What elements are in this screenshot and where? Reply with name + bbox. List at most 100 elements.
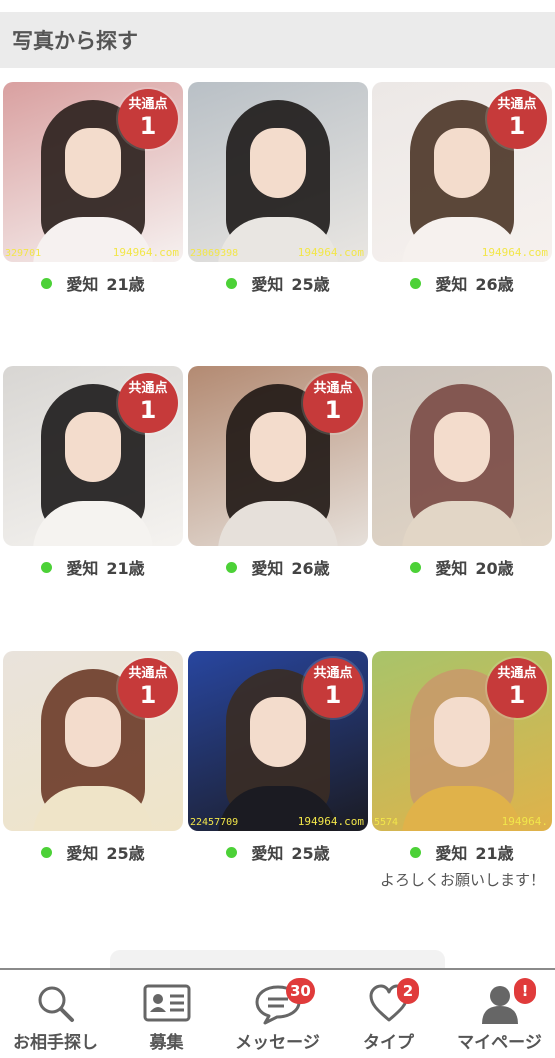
- search-icon: [34, 982, 78, 1030]
- profile-card[interactable]: 22457709 194964.com 共通点 1 愛知 25歳: [188, 651, 368, 863]
- badge-label: 共通点: [313, 381, 353, 396]
- profile-info: 愛知 25歳: [3, 841, 183, 863]
- common-points-badge: 共通点 1: [487, 658, 547, 718]
- page-header: 写真から探す: [0, 12, 555, 68]
- profile-info: 愛知 21歳: [3, 272, 183, 294]
- badge-count: 1: [139, 681, 157, 709]
- profile-photo[interactable]: 22457709 194964.com 共通点 1: [188, 651, 368, 831]
- profile-info: 愛知 26歳: [372, 272, 552, 294]
- tab-messages[interactable]: 30 メッセージ: [222, 970, 333, 1058]
- profile-photo[interactable]: 共通点 1: [3, 366, 183, 546]
- profile-photo[interactable]: 共通点 1: [188, 366, 368, 546]
- badge-count: 1: [324, 396, 342, 424]
- id-card-icon: [142, 982, 192, 1028]
- watermark-id: 23069398: [190, 248, 239, 259]
- profile-age: 25歳: [291, 844, 330, 863]
- profile-info: 愛知 21歳: [372, 841, 552, 863]
- tab-label: お相手探し: [13, 1033, 98, 1053]
- profile-photo[interactable]: 23069398 194964.com: [188, 82, 368, 262]
- watermark-id: 329701: [5, 248, 42, 259]
- profile-age: 26歳: [291, 559, 330, 578]
- tab-label: 募集: [149, 1033, 184, 1053]
- profile-region: 愛知: [66, 559, 99, 578]
- profile-region: 愛知: [66, 844, 99, 863]
- tab-recruit[interactable]: 募集: [111, 970, 222, 1058]
- online-status-dot: [410, 277, 422, 289]
- badge-label: 共通点: [497, 666, 537, 681]
- profile-region: 愛知: [251, 275, 284, 294]
- profile-age: 21歳: [106, 559, 145, 578]
- profile-card[interactable]: 5574 194964. 共通点 1 愛知 21歳 よろしくお願いします！: [372, 651, 552, 891]
- tab-type[interactable]: 2 タイプ: [333, 970, 444, 1058]
- common-points-badge: 共通点 1: [118, 373, 178, 433]
- tab-label: マイページ: [457, 1033, 542, 1053]
- profile-card[interactable]: 共通点 1 愛知 21歳: [3, 366, 183, 578]
- watermark: 194964.com: [297, 246, 364, 259]
- watermark: 194964.com: [481, 246, 548, 259]
- bottom-tab-bar: お相手探し 募集 30 メッセージ 2 タイプ ! マイページ: [0, 968, 555, 1058]
- profile-region: 愛知: [66, 275, 99, 294]
- badge-label: 共通点: [128, 381, 168, 396]
- profile-age: 21歳: [106, 275, 145, 294]
- badge-count: 1: [139, 112, 157, 140]
- profile-info: 愛知 25歳: [188, 841, 368, 863]
- profile-age: 21歳: [475, 844, 514, 863]
- profile-card[interactable]: 329701 194964.com 共通点 1 愛知 21歳: [3, 82, 183, 294]
- badge-count: 1: [508, 681, 526, 709]
- tab-search[interactable]: お相手探し: [0, 970, 111, 1058]
- online-status-dot: [226, 561, 238, 573]
- watermark: 194964.: [501, 815, 548, 828]
- profile-photo[interactable]: [372, 366, 552, 546]
- badge-label: 共通点: [128, 97, 168, 112]
- common-points-badge: 共通点 1: [303, 373, 363, 433]
- profile-photo[interactable]: 5574 194964. 共通点 1: [372, 651, 552, 831]
- profile-info: 愛知 26歳: [188, 556, 368, 578]
- message-count-badge: 30: [286, 978, 315, 1004]
- profile-photo[interactable]: 329701 194964.com 共通点 1: [3, 82, 183, 262]
- badge-label: 共通点: [497, 97, 537, 112]
- profile-age: 25歳: [291, 275, 330, 294]
- watermark-id: 5574: [374, 817, 399, 828]
- online-status-dot: [226, 846, 238, 858]
- profile-info: 愛知 21歳: [3, 556, 183, 578]
- badge-count: 1: [324, 681, 342, 709]
- profile-card[interactable]: 共通点 1 愛知 26歳: [188, 366, 368, 578]
- profile-region: 愛知: [251, 559, 284, 578]
- profile-info: 愛知 20歳: [372, 556, 552, 578]
- mypage-alert-badge: !: [514, 978, 536, 1004]
- profile-photo[interactable]: 194964.com 共通点 1: [372, 82, 552, 262]
- watermark: 194964.com: [297, 815, 364, 828]
- profile-info: 愛知 25歳: [188, 272, 368, 294]
- profile-photo[interactable]: 共通点 1: [3, 651, 183, 831]
- badge-label: 共通点: [128, 666, 168, 681]
- common-points-badge: 共通点 1: [487, 89, 547, 149]
- profile-region: 愛知: [435, 275, 468, 294]
- profile-region: 愛知: [435, 844, 468, 863]
- online-status-dot: [226, 277, 238, 289]
- online-status-dot: [410, 561, 422, 573]
- watermark-id: 22457709: [190, 817, 239, 828]
- badge-count: 1: [508, 112, 526, 140]
- badge-count: 1: [139, 396, 157, 424]
- profile-age: 26歳: [475, 275, 514, 294]
- profile-card[interactable]: 23069398 194964.com 愛知 25歳: [188, 82, 368, 294]
- profile-card[interactable]: 共通点 1 愛知 25歳: [3, 651, 183, 863]
- online-status-dot: [41, 561, 53, 573]
- common-points-badge: 共通点 1: [303, 658, 363, 718]
- profile-card[interactable]: 194964.com 共通点 1 愛知 26歳: [372, 82, 552, 294]
- common-points-badge: 共通点 1: [118, 658, 178, 718]
- page-title: 写真から探す: [12, 29, 138, 53]
- tab-mypage[interactable]: ! マイページ: [444, 970, 555, 1058]
- profile-age: 20歳: [475, 559, 514, 578]
- profile-region: 愛知: [435, 559, 468, 578]
- online-status-dot: [410, 846, 422, 858]
- watermark: 194964.com: [112, 246, 179, 259]
- common-points-badge: 共通点 1: [118, 89, 178, 149]
- profile-card[interactable]: 愛知 20歳: [372, 366, 552, 578]
- profile-age: 25歳: [106, 844, 145, 863]
- online-status-dot: [41, 846, 53, 858]
- tab-label: メッセージ: [235, 1033, 320, 1053]
- badge-label: 共通点: [313, 666, 353, 681]
- profile-region: 愛知: [251, 844, 284, 863]
- tab-label: タイプ: [363, 1033, 414, 1053]
